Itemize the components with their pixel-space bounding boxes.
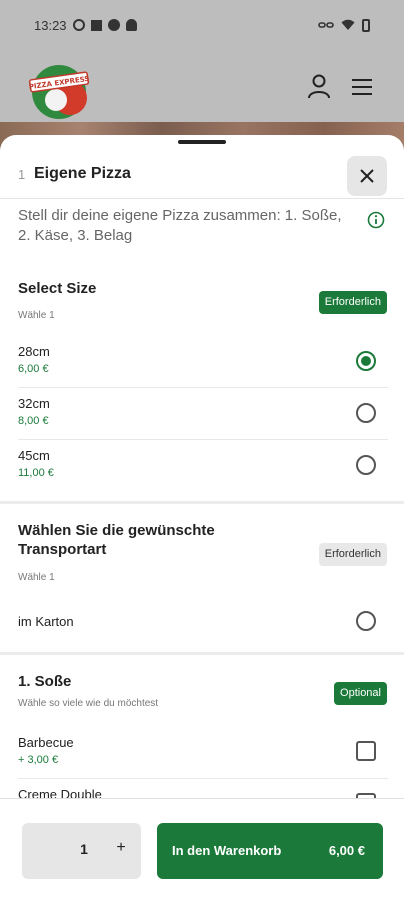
hamburger-menu-icon[interactable] xyxy=(350,77,374,97)
wifi-icon xyxy=(341,19,355,30)
option-row[interactable]: 45cm 11,00 € xyxy=(18,440,388,492)
cart-button-label: In den Warenkorb xyxy=(172,843,282,858)
option-row[interactable]: im Karton xyxy=(18,596,388,648)
group-title: 1. Soße xyxy=(18,673,72,690)
option-name: Barbecue xyxy=(18,735,74,750)
required-tag: Erforderlich xyxy=(318,543,387,566)
option-row[interactable]: 32cm 8,00 € xyxy=(18,388,388,440)
radio-button[interactable] xyxy=(356,455,376,475)
close-button[interactable] xyxy=(347,156,387,196)
quantity-badge: 1 xyxy=(18,167,26,182)
link-icon xyxy=(318,22,334,28)
product-description: Stell dir deine eigene Pizza zusammen: 1… xyxy=(18,207,342,244)
pizza-express-logo[interactable]: PIZZA EXPRESS xyxy=(26,60,92,120)
radio-button[interactable] xyxy=(356,351,376,371)
option-row[interactable]: Barbecue + 3,00 € xyxy=(18,727,388,779)
option-price: + 3,00 € xyxy=(18,754,59,766)
option-name: im Karton xyxy=(18,614,74,629)
required-tag: Erforderlich xyxy=(318,291,387,314)
section-divider xyxy=(0,652,404,655)
bottom-action-bar: 1 + In den Warenkorb 6,00 € xyxy=(0,798,404,900)
option-price: 8,00 € xyxy=(18,415,49,427)
quantity-value[interactable]: 1 xyxy=(74,841,94,857)
drag-handle[interactable] xyxy=(178,140,226,144)
option-name: 32cm xyxy=(18,396,50,411)
section-divider xyxy=(0,501,404,504)
status-android-icon xyxy=(125,19,137,31)
group-subtitle: Wähle 1 xyxy=(18,310,55,321)
group-subtitle: Wähle 1 xyxy=(18,572,55,583)
radio-button[interactable] xyxy=(356,611,376,631)
status-settings-icon xyxy=(107,19,120,31)
sheet-header: 1 Eigene Pizza xyxy=(0,147,404,199)
battery-icon xyxy=(362,18,370,32)
background-app: 13:23 PIZZA EXPRESS xyxy=(0,0,404,150)
app-header: PIZZA EXPRESS xyxy=(0,55,404,120)
quantity-stepper: 1 + xyxy=(22,823,141,879)
status-bar: 13:23 xyxy=(0,0,404,50)
option-row[interactable]: 28cm 6,00 € xyxy=(18,336,388,388)
product-title: Eigene Pizza xyxy=(34,165,131,182)
add-to-cart-button[interactable]: In den Warenkorb 6,00 € xyxy=(157,823,383,879)
optional-tag: Optional xyxy=(334,682,387,705)
radio-button[interactable] xyxy=(356,403,376,423)
product-options-sheet: 1 Eigene Pizza Stell dir deine eigene Pi… xyxy=(0,135,404,900)
status-app-icon xyxy=(90,19,102,31)
option-name: 28cm xyxy=(18,344,50,359)
status-notification-icon xyxy=(72,19,85,31)
group-title: Select Size xyxy=(18,280,97,297)
checkbox[interactable] xyxy=(356,741,376,761)
close-icon xyxy=(360,169,374,183)
group-title: Wählen Sie die gewünschte Transportart xyxy=(18,522,215,558)
group-subtitle: Wähle so viele wie du möchtest xyxy=(18,698,159,709)
user-icon[interactable] xyxy=(306,73,332,99)
option-price: 6,00 € xyxy=(18,363,49,375)
cart-button-price: 6,00 € xyxy=(328,843,365,858)
info-icon[interactable] xyxy=(367,211,385,229)
status-time: 13:23 xyxy=(34,17,67,33)
option-price: 11,00 € xyxy=(18,467,54,479)
option-name: 45cm xyxy=(18,448,50,463)
plus-button[interactable]: + xyxy=(110,839,132,857)
